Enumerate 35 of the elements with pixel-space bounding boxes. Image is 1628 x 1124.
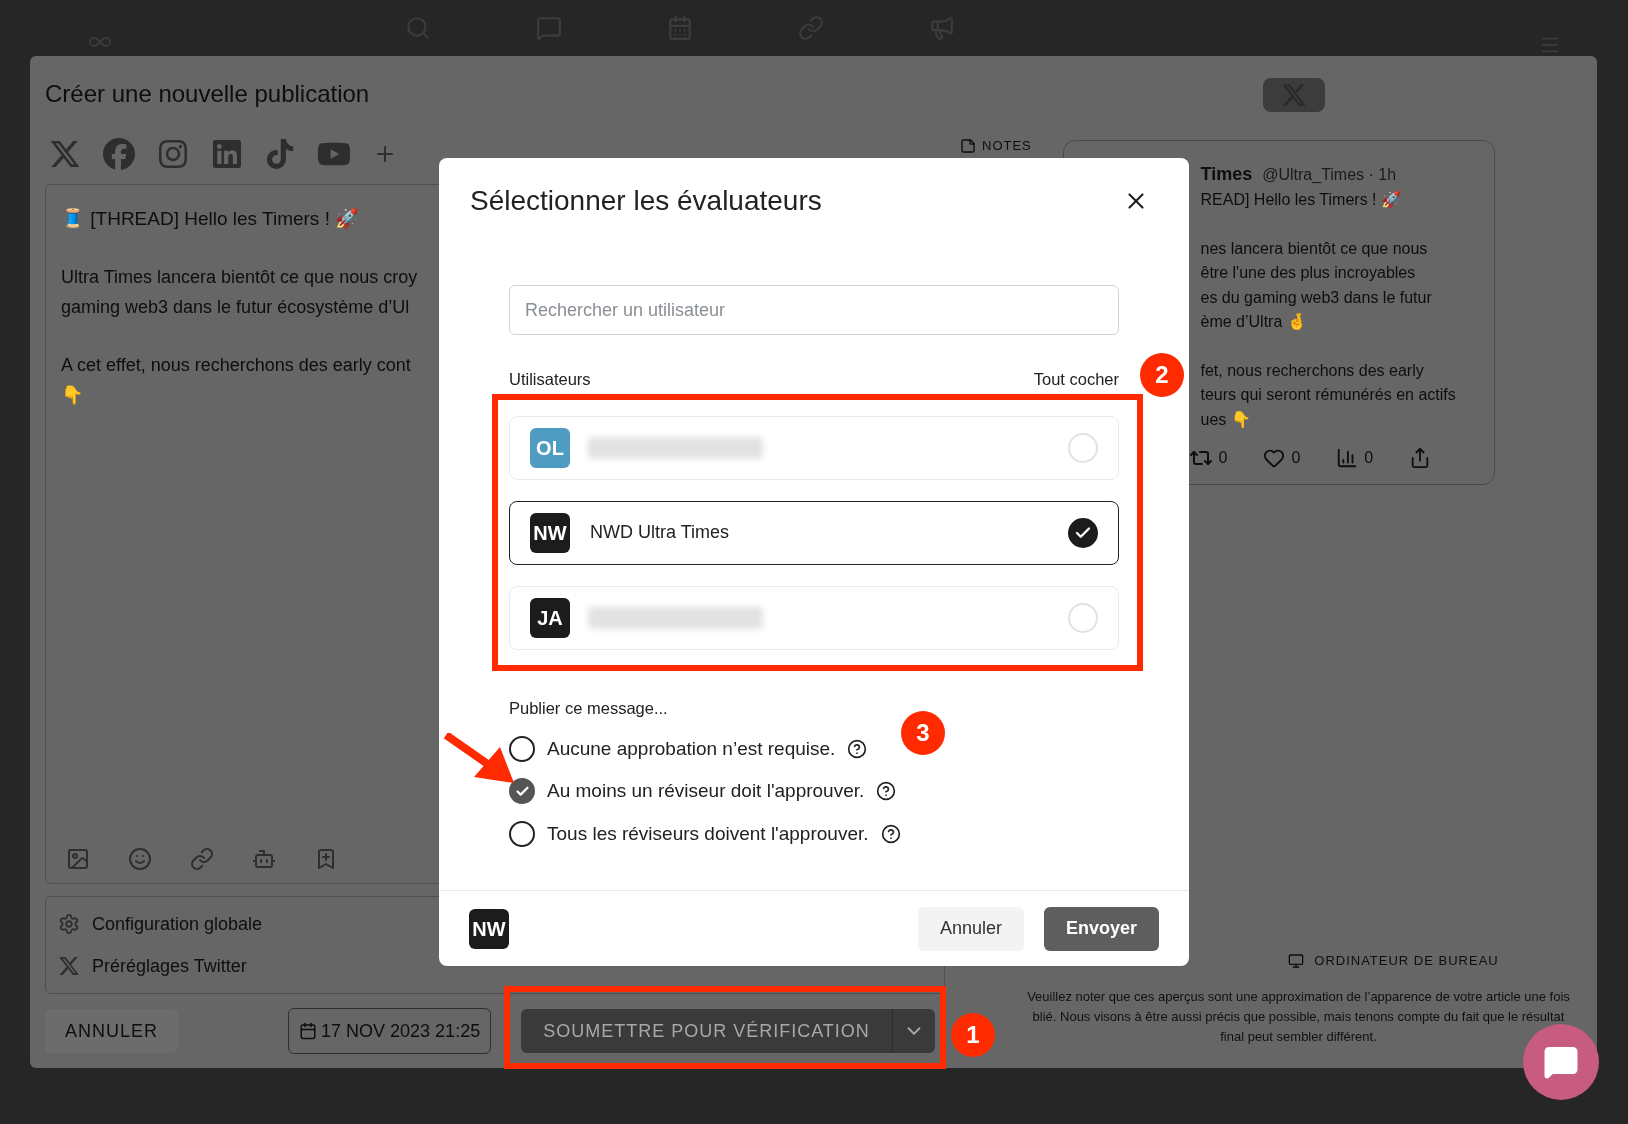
publish-label: Publier ce message... xyxy=(509,697,669,719)
post-title: 🧵 [THREAD] Hello les Timers ! 🚀 xyxy=(61,207,360,231)
preview-note-line: Veuillez noter que ces aperçus sont une approximation de l’apparence de votre article une fois xyxy=(1027,987,1570,1006)
post-text-line: gaming web3 dans le futur écosystème d’Ul xyxy=(61,295,410,319)
notes-label: NOTES xyxy=(982,137,1032,155)
tweet-text-line: être l'une des plus incroyables xyxy=(1200,263,1416,283)
author-name: Times xyxy=(1200,163,1253,186)
view-count: 0 xyxy=(1364,448,1374,468)
tweet-text-line: nes lancera bientôt ce que nous xyxy=(1200,238,1428,259)
repost-count: 0 xyxy=(1218,448,1228,468)
author-handle: @Ultra_Times · 1h xyxy=(1262,165,1397,185)
tweet-text-line: ème d’Ultra 🤞 xyxy=(1200,312,1307,332)
tweet-text-line: es du gaming web3 dans le futur xyxy=(1200,287,1432,308)
dialog-title: Sélectionner les évaluateurs xyxy=(470,184,822,218)
option-label: Tous les réviseurs doivent l'approuver. xyxy=(547,821,869,846)
like-count: 0 xyxy=(1291,448,1301,468)
option-label: Au moins un réviseur doit l'approuver. xyxy=(547,779,865,803)
user-avatar: NW xyxy=(469,908,509,949)
user-avatar: OL xyxy=(530,427,570,468)
post-text-line: 👇 xyxy=(61,383,83,407)
tweet-text-line: READ] Hello les Timers ! 🚀 xyxy=(1200,190,1401,210)
tweet-text-line: ues 👇 xyxy=(1200,409,1251,430)
user-avatar: JA xyxy=(530,597,570,638)
user-name: NWD Ultra Times xyxy=(590,521,729,545)
preview-note-line: blié. Nous visons à être aussi précis que possible, mais tenons compte du fait que le résultat xyxy=(1032,1007,1565,1026)
user-avatar: NW xyxy=(530,512,570,553)
option-label: Aucune approbation n’est requise. xyxy=(547,736,836,761)
post-text-line: A cet effet, nous recherchons des early cont xyxy=(61,353,411,377)
preview-note-line: final peut sembler différent. xyxy=(1220,1027,1377,1046)
date-text: 17 NOV 2023 21:25 xyxy=(321,1019,481,1043)
post-text-line: Ultra Times lancera bientôt ce que nous croy xyxy=(61,265,418,289)
page-title: Créer une nouvelle publication xyxy=(45,79,371,109)
tweet-text-line: fet, nous recherchons des early xyxy=(1200,360,1424,381)
users-label: Utilisateurs xyxy=(509,369,591,390)
tweet-text-line: teurs qui seront rémunérés en actifs xyxy=(1200,385,1456,405)
